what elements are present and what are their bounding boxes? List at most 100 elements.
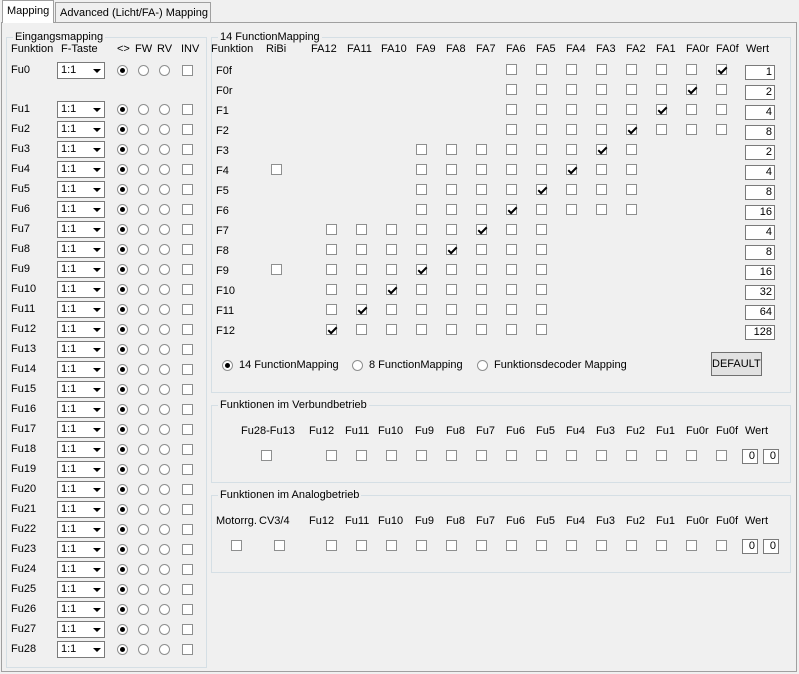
fm-checkbox-fa10[interactable] — [386, 224, 397, 235]
direction-radio-rv[interactable] — [159, 104, 170, 115]
chevron-down-icon[interactable] — [89, 122, 104, 137]
direction-radio-both[interactable] — [117, 604, 128, 615]
inv-checkbox[interactable] — [182, 584, 193, 595]
direction-radio-fw[interactable] — [138, 324, 149, 335]
direction-radio-both[interactable] — [117, 65, 128, 76]
inv-checkbox[interactable] — [182, 184, 193, 195]
inv-checkbox[interactable] — [182, 384, 193, 395]
fm-checkbox-fa3[interactable] — [596, 164, 607, 175]
fm-checkbox-fa7[interactable] — [476, 224, 487, 235]
fm-checkbox-fa5[interactable] — [536, 184, 547, 195]
verbund-checkbox[interactable] — [386, 450, 397, 461]
chevron-down-icon[interactable] — [89, 182, 104, 197]
fm-checkbox-fa0f[interactable] — [716, 64, 727, 75]
direction-radio-rv[interactable] — [159, 644, 170, 655]
verbund-wert-field[interactable]: 0 — [763, 449, 779, 464]
direction-radio-fw[interactable] — [138, 184, 149, 195]
f-taste-select[interactable]: 1:1 — [57, 541, 105, 558]
wert-field[interactable]: 32 — [745, 285, 775, 300]
direction-radio-rv[interactable] — [159, 244, 170, 255]
direction-radio-fw[interactable] — [138, 564, 149, 575]
analog-checkbox[interactable] — [476, 540, 487, 551]
fm-checkbox-fa4[interactable] — [566, 64, 577, 75]
chevron-down-icon[interactable] — [89, 622, 104, 637]
direction-radio-both[interactable] — [117, 444, 128, 455]
f-taste-select[interactable]: 1:1 — [57, 561, 105, 578]
inv-checkbox[interactable] — [182, 444, 193, 455]
direction-radio-rv[interactable] — [159, 65, 170, 76]
direction-radio-both[interactable] — [117, 344, 128, 355]
wert-field[interactable]: 16 — [745, 265, 775, 280]
f-taste-select[interactable]: 1:1 — [57, 281, 105, 298]
direction-radio-rv[interactable] — [159, 624, 170, 635]
direction-radio-rv[interactable] — [159, 124, 170, 135]
f-taste-select[interactable]: 1:1 — [57, 201, 105, 218]
fm-checkbox-fa6[interactable] — [506, 324, 517, 335]
direction-radio-rv[interactable] — [159, 304, 170, 315]
direction-radio-rv[interactable] — [159, 504, 170, 515]
fm-checkbox-fa6[interactable] — [506, 264, 517, 275]
fm-checkbox-fa11[interactable] — [356, 304, 367, 315]
f-taste-select[interactable]: 1:1 — [57, 62, 105, 79]
fm-checkbox-fa4[interactable] — [566, 204, 577, 215]
direction-radio-fw[interactable] — [138, 164, 149, 175]
direction-radio-fw[interactable] — [138, 524, 149, 535]
direction-radio-fw[interactable] — [138, 464, 149, 475]
fm-checkbox-fa5[interactable] — [536, 324, 547, 335]
fm-checkbox-fa8[interactable] — [446, 224, 457, 235]
fm-checkbox-fa6[interactable] — [506, 204, 517, 215]
fm-checkbox-fa7[interactable] — [476, 144, 487, 155]
fm-checkbox-fa6[interactable] — [506, 284, 517, 295]
direction-radio-both[interactable] — [117, 184, 128, 195]
analog-checkbox[interactable] — [274, 540, 285, 551]
direction-radio-rv[interactable] — [159, 544, 170, 555]
inv-checkbox[interactable] — [182, 204, 193, 215]
direction-radio-fw[interactable] — [138, 584, 149, 595]
fm-checkbox-fa3[interactable] — [596, 144, 607, 155]
inv-checkbox[interactable] — [182, 564, 193, 575]
analog-checkbox[interactable] — [716, 540, 727, 551]
verbund-checkbox[interactable] — [656, 450, 667, 461]
chevron-down-icon[interactable] — [89, 362, 104, 377]
fm-checkbox-fa2[interactable] — [626, 184, 637, 195]
direction-radio-rv[interactable] — [159, 364, 170, 375]
fm-checkbox-ribi[interactable] — [271, 164, 282, 175]
wert-field[interactable]: 2 — [745, 85, 775, 100]
verbund-checkbox[interactable] — [326, 450, 337, 461]
verbund-checkbox[interactable] — [536, 450, 547, 461]
f-taste-select[interactable]: 1:1 — [57, 161, 105, 178]
chevron-down-icon[interactable] — [89, 482, 104, 497]
fm-checkbox-fa3[interactable] — [596, 64, 607, 75]
fm-checkbox-fa3[interactable] — [596, 204, 607, 215]
direction-radio-fw[interactable] — [138, 384, 149, 395]
fm-checkbox-fa0f[interactable] — [716, 104, 727, 115]
fm-checkbox-fa6[interactable] — [506, 224, 517, 235]
chevron-down-icon[interactable] — [89, 302, 104, 317]
fm-checkbox-fa2[interactable] — [626, 124, 637, 135]
direction-radio-fw[interactable] — [138, 144, 149, 155]
fm-checkbox-fa2[interactable] — [626, 164, 637, 175]
fm-checkbox-fa5[interactable] — [536, 204, 547, 215]
f-taste-select[interactable]: 1:1 — [57, 321, 105, 338]
f-taste-select[interactable]: 1:1 — [57, 301, 105, 318]
fm-checkbox-fa11[interactable] — [356, 324, 367, 335]
direction-radio-both[interactable] — [117, 224, 128, 235]
analog-wert-field[interactable]: 0 — [742, 539, 758, 554]
direction-radio-fw[interactable] — [138, 264, 149, 275]
direction-radio-fw[interactable] — [138, 624, 149, 635]
inv-checkbox[interactable] — [182, 164, 193, 175]
direction-radio-fw[interactable] — [138, 404, 149, 415]
analog-checkbox[interactable] — [566, 540, 577, 551]
analog-checkbox[interactable] — [596, 540, 607, 551]
fm-checkbox-fa12[interactable] — [326, 264, 337, 275]
f-taste-select[interactable]: 1:1 — [57, 521, 105, 538]
direction-radio-rv[interactable] — [159, 324, 170, 335]
f-taste-select[interactable]: 1:1 — [57, 481, 105, 498]
direction-radio-rv[interactable] — [159, 424, 170, 435]
fm-checkbox-fa7[interactable] — [476, 284, 487, 295]
fm-checkbox-fa0f[interactable] — [716, 84, 727, 95]
analog-wert-field[interactable]: 0 — [763, 539, 779, 554]
direction-radio-rv[interactable] — [159, 284, 170, 295]
verbund-checkbox[interactable] — [626, 450, 637, 461]
fm-checkbox-fa8[interactable] — [446, 304, 457, 315]
